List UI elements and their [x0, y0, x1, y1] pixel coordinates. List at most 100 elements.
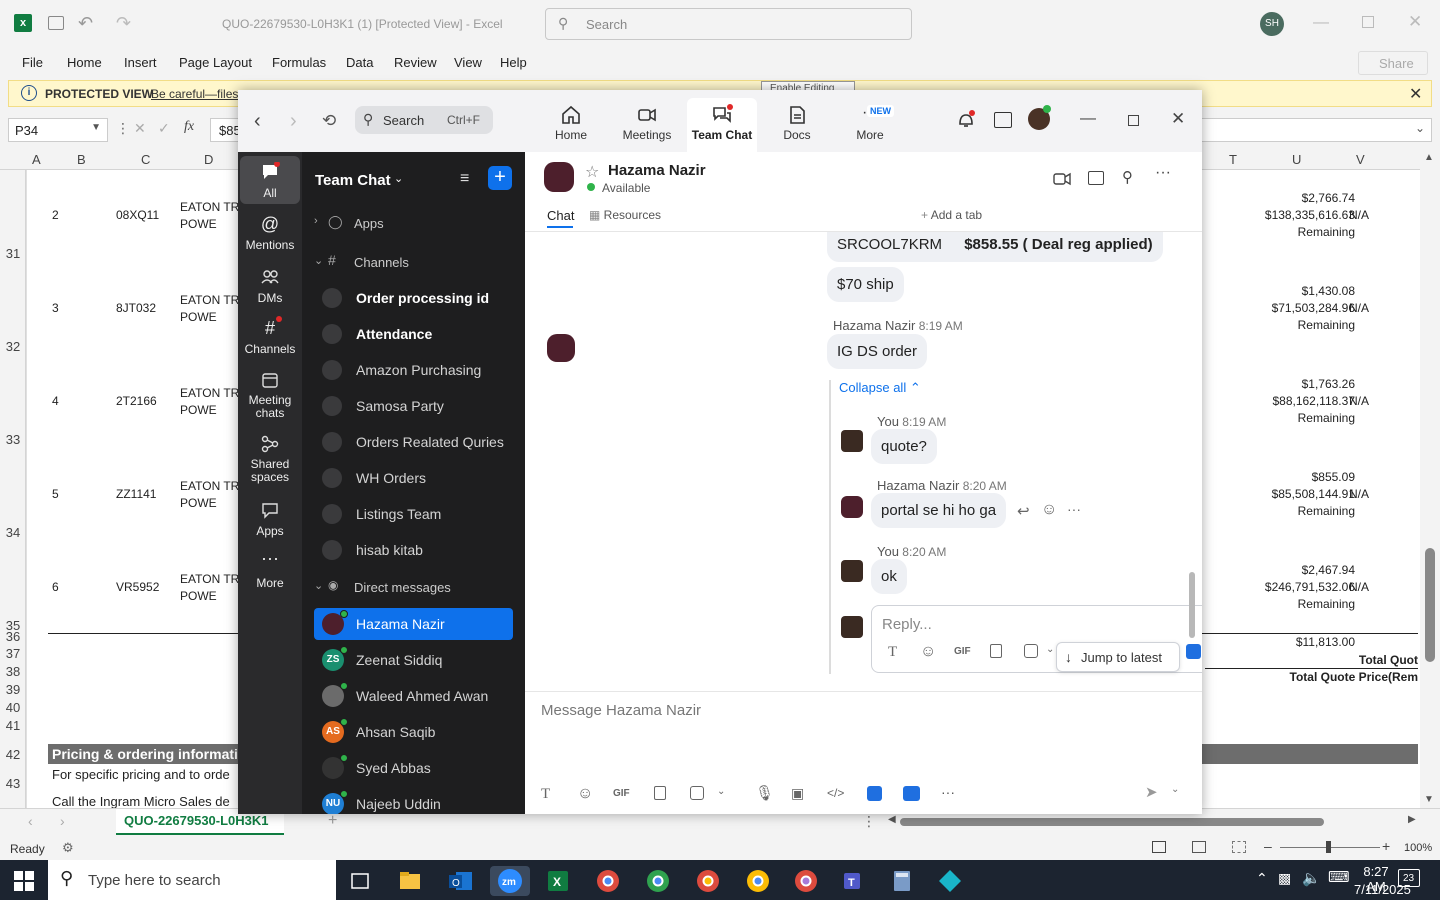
banner-close-icon[interactable]: ✕: [1409, 84, 1422, 104]
dm-section[interactable]: ⌄ ◉ Direct messages: [314, 576, 513, 600]
h-scrollbar-thumb[interactable]: [900, 818, 1324, 826]
row-number[interactable]: 38: [0, 664, 26, 679]
chevron-down-icon[interactable]: ⌄: [394, 172, 403, 185]
zoom-app-icon[interactable]: zm: [490, 866, 530, 896]
notification-center-icon[interactable]: 23: [1398, 869, 1420, 887]
col-header-v[interactable]: V: [1356, 152, 1365, 167]
chevron-down-icon[interactable]: ⌄: [717, 786, 735, 804]
scrollbar-thumb[interactable]: [1425, 548, 1435, 662]
screenshot-icon[interactable]: [1024, 644, 1038, 658]
col-header-c[interactable]: C: [141, 152, 150, 167]
rail-more[interactable]: ··· More: [240, 549, 300, 590]
screenshot-icon[interactable]: [690, 786, 704, 800]
teams-icon[interactable]: T: [836, 866, 872, 896]
chevron-down-icon[interactable]: ⌄: [1171, 784, 1189, 802]
outlook-icon[interactable]: O: [442, 866, 478, 896]
file-icon[interactable]: [654, 786, 666, 800]
vertical-scrollbar[interactable]: ▲ ▼: [1420, 148, 1440, 808]
rail-meeting-chats[interactable]: Meeting chats: [240, 370, 300, 420]
menu-data[interactable]: Data: [346, 55, 373, 70]
add-tab-button[interactable]: + Add a tab: [921, 208, 982, 222]
chrome-icon[interactable]: [640, 866, 676, 896]
next-sheet-icon[interactable]: ›: [60, 813, 65, 829]
dm-item[interactable]: NU Najeeb Uddin: [314, 788, 513, 814]
close-icon[interactable]: ✕: [1171, 109, 1185, 129]
minimize-icon[interactable]: —: [1080, 110, 1096, 128]
emoji-react-icon[interactable]: ☺: [1041, 501, 1057, 519]
search-icon[interactable]: ⚲: [1122, 168, 1133, 186]
undo-icon[interactable]: ↶: [78, 13, 93, 34]
cell-index[interactable]: 2: [52, 208, 59, 222]
scroll-left-icon[interactable]: ◀: [888, 814, 896, 825]
dm-item-active[interactable]: Hazama Nazir: [314, 608, 513, 640]
cell-part[interactable]: 8JT032: [116, 301, 156, 315]
star-icon[interactable]: ☆: [585, 162, 599, 182]
whiteboard-icon[interactable]: [903, 786, 920, 801]
cell-manufacturer[interactable]: EATON TRI: [180, 200, 243, 214]
cell-manufacturer[interactable]: EATON TRI: [180, 572, 243, 586]
dm-item[interactable]: AS Ahsan Saqib: [314, 716, 513, 748]
channels-section[interactable]: ⌄ # Channels: [314, 251, 513, 275]
page-break-icon[interactable]: [1232, 841, 1246, 853]
col-header-t[interactable]: T: [1229, 152, 1237, 167]
cell-na[interactable]: N/A: [1349, 487, 1369, 501]
channel-item[interactable]: hisab kitab: [314, 534, 513, 566]
prev-sheet-icon[interactable]: ‹: [28, 813, 33, 829]
cell-index[interactable]: 6: [52, 580, 59, 594]
apps-section[interactable]: › ◯ Apps: [314, 212, 513, 236]
back-arrow-icon[interactable]: ‹: [254, 110, 261, 133]
task-view-icon[interactable]: [342, 866, 378, 896]
volume-muted-icon[interactable]: 🔈: [1302, 869, 1321, 887]
rail-shared-spaces[interactable]: Shared spaces: [240, 434, 300, 484]
jump-to-latest-button[interactable]: ↓ Jump to latest: [1056, 642, 1180, 672]
rail-apps[interactable]: Apps: [240, 500, 300, 538]
accessibility-icon[interactable]: ⚙: [62, 840, 74, 856]
cell-total[interactable]: $88,162,118.37: [1205, 394, 1355, 408]
cell-total-quote[interactable]: Total Quot: [1260, 653, 1418, 667]
message-bubble[interactable]: IG DS order: [827, 334, 928, 369]
row-number[interactable]: 32: [0, 339, 26, 354]
cell-price[interactable]: $1,763.26: [1205, 377, 1355, 391]
cell-total[interactable]: $138,335,616.63: [1205, 208, 1355, 222]
text-format-icon[interactable]: T: [888, 644, 906, 662]
tab-resources[interactable]: ▦ Resources: [589, 208, 661, 222]
redo-icon[interactable]: ↷: [116, 13, 131, 34]
row-number[interactable]: 39: [0, 682, 26, 697]
message-bubble[interactable]: $70 ship: [827, 267, 904, 302]
app-icon[interactable]: [867, 786, 882, 801]
row-number[interactable]: 31: [0, 246, 26, 261]
cell-total[interactable]: $85,508,144.91: [1205, 487, 1355, 501]
more-dots-icon[interactable]: ···: [1155, 164, 1171, 182]
cell-total-quote-price[interactable]: Total Quote Price(Rem: [1205, 670, 1418, 684]
row-number[interactable]: 36: [0, 629, 26, 644]
menu-file[interactable]: File: [22, 55, 43, 70]
calculator-icon[interactable]: [884, 866, 920, 896]
cell-remaining[interactable]: Remaining: [1205, 411, 1355, 425]
app-diamond-icon[interactable]: [932, 866, 968, 896]
cell-part[interactable]: VR5952: [116, 580, 159, 594]
more-dots-icon[interactable]: ···: [1067, 501, 1081, 517]
protected-view-message[interactable]: Be careful—files: [151, 87, 238, 101]
pricing-line[interactable]: For specific pricing and to orde: [52, 767, 230, 782]
pricing-line[interactable]: Call the Ingram Micro Sales de: [52, 794, 230, 809]
menu-home[interactable]: Home: [67, 55, 102, 70]
user-avatar[interactable]: [841, 430, 863, 452]
dm-item[interactable]: ZS Zeenat Siddiq: [314, 644, 513, 676]
microphone-icon[interactable]: 🎙: [755, 784, 774, 802]
cell-na[interactable]: N/A: [1349, 394, 1369, 408]
col-header-b[interactable]: B: [77, 152, 86, 167]
col-header-a[interactable]: A: [32, 152, 41, 167]
maximize-icon[interactable]: [1128, 115, 1139, 126]
pricing-header[interactable]: Pricing & ordering information: [52, 746, 255, 762]
cell-manufacturer[interactable]: EATON TRI: [180, 479, 243, 493]
name-box[interactable]: P34 ▼: [8, 118, 108, 142]
channel-item[interactable]: WH Orders: [314, 462, 513, 494]
cell-manufacturer-2[interactable]: POWE: [180, 496, 217, 510]
row-number[interactable]: 34: [0, 525, 26, 540]
chrome-icon[interactable]: [788, 866, 824, 896]
windows-start-icon[interactable]: [14, 871, 34, 891]
cell-manufacturer-2[interactable]: POWE: [180, 589, 217, 603]
cell-total[interactable]: $246,791,532.06: [1205, 580, 1355, 594]
zoom-in-icon[interactable]: +: [1382, 838, 1390, 854]
horizontal-scrollbar[interactable]: ◀ ▶: [888, 814, 1418, 829]
